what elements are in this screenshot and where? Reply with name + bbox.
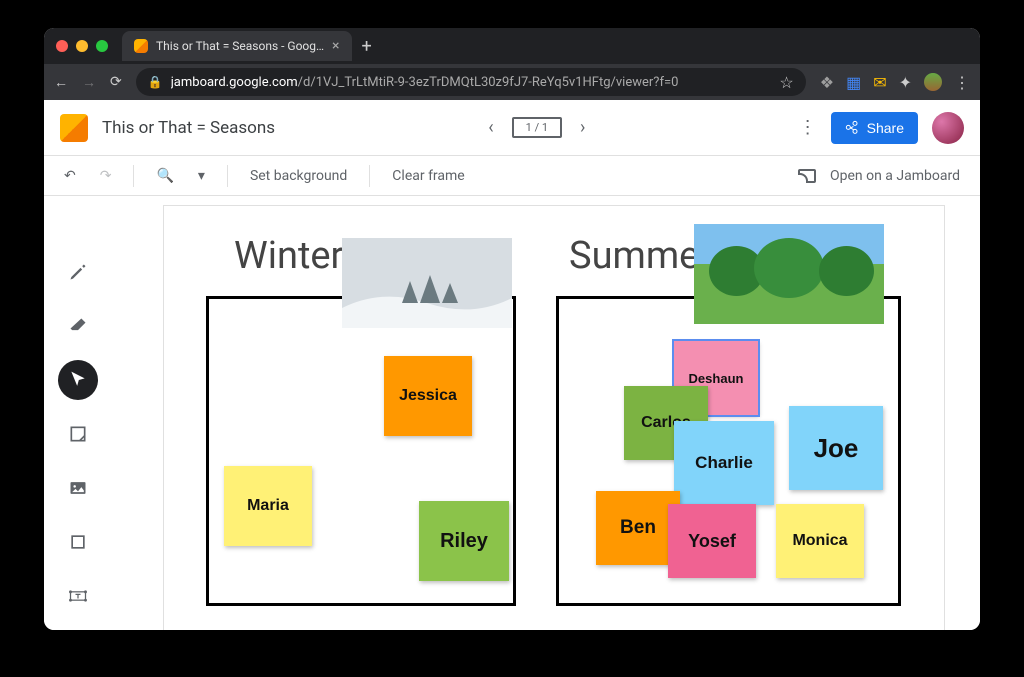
sticky-note[interactable]: Yosef — [668, 504, 756, 578]
select-tool[interactable] — [58, 360, 98, 400]
lock-icon: 🔒 — [148, 75, 163, 89]
browser-menu-icon[interactable]: ⋮ — [954, 73, 970, 92]
eraser-tool[interactable] — [58, 306, 98, 346]
image-tool[interactable] — [58, 468, 98, 508]
sticky-note[interactable]: Monica — [776, 504, 864, 578]
ext-icon[interactable]: ✉ — [873, 73, 886, 92]
forward-icon[interactable]: → — [82, 74, 96, 91]
tab-favicon — [134, 39, 148, 53]
summer-image[interactable] — [694, 224, 884, 324]
close-tab-icon[interactable]: × — [332, 38, 339, 54]
maximize-window[interactable] — [96, 40, 108, 52]
clear-frame-button[interactable]: Clear frame — [386, 164, 470, 188]
more-menu-icon[interactable]: ⋮ — [799, 117, 817, 138]
ext-icon[interactable]: ▦ — [846, 73, 861, 92]
workspace: Winter Summer MariaJessicaRileyDeshaunCa… — [44, 196, 980, 630]
open-jamboard-button[interactable]: Open on a Jamboard — [824, 164, 966, 188]
text-tool[interactable] — [58, 576, 98, 616]
new-tab-button[interactable]: + — [362, 36, 372, 57]
set-background-button[interactable]: Set background — [244, 164, 353, 188]
profile-avatar-small[interactable] — [924, 73, 942, 91]
document-title[interactable]: This or That = Seasons — [102, 118, 275, 138]
sticky-note[interactable]: Riley — [419, 501, 509, 581]
extensions: ❖ ▦ ✉ ✦ ⋮ — [820, 73, 970, 92]
sticky-tool[interactable] — [58, 414, 98, 454]
close-window[interactable] — [56, 40, 68, 52]
heading-summer[interactable]: Summer — [569, 234, 712, 278]
browser-window: This or That = Seasons - Goog… × + ← → ⟳… — [44, 28, 980, 630]
toolbar: ↶ ↷ 🔍 ▾ Set background Clear frame Open … — [44, 156, 980, 196]
browser-tab[interactable]: This or That = Seasons - Goog… × — [122, 31, 352, 61]
sticky-note[interactable]: Jessica — [384, 356, 472, 436]
canvas[interactable]: Winter Summer MariaJessicaRileyDeshaunCa… — [164, 206, 944, 630]
heading-winter[interactable]: Winter — [234, 234, 343, 278]
jamboard-logo[interactable] — [60, 114, 88, 142]
share-icon — [845, 120, 861, 136]
sticky-note[interactable]: Charlie — [674, 421, 774, 505]
minimize-window[interactable] — [76, 40, 88, 52]
zoom-icon[interactable]: 🔍 — [150, 164, 179, 188]
sticky-note[interactable]: Joe — [789, 406, 883, 490]
url-field[interactable]: 🔒 jamboard.google.com/d/1VJ_TrLtMtiR-9-3… — [136, 68, 806, 96]
sticky-note[interactable]: Maria — [224, 466, 312, 546]
undo-icon[interactable]: ↶ — [58, 164, 82, 188]
frame-nav: ‹ 1 / 1 › — [289, 117, 785, 138]
redo-icon[interactable]: ↷ — [94, 164, 118, 188]
cast-icon — [798, 169, 816, 183]
account-avatar[interactable] — [932, 112, 964, 144]
back-icon[interactable]: ← — [54, 74, 68, 91]
zoom-dropdown[interactable]: ▾ — [192, 164, 211, 188]
next-frame-icon[interactable]: › — [580, 117, 585, 138]
tab-title: This or That = Seasons - Goog… — [156, 39, 324, 53]
window-controls — [56, 40, 108, 52]
ext-icon[interactable]: ❖ — [820, 73, 834, 92]
winter-image[interactable] — [342, 238, 512, 328]
frame-indicator[interactable]: 1 / 1 — [512, 117, 562, 138]
pen-tool[interactable] — [58, 252, 98, 292]
share-button[interactable]: Share — [831, 112, 918, 144]
prev-frame-icon[interactable]: ‹ — [488, 117, 493, 138]
app-header: This or That = Seasons ‹ 1 / 1 › ⋮ Share — [44, 100, 980, 156]
star-icon[interactable]: ☆ — [779, 73, 793, 92]
titlebar: This or That = Seasons - Goog… × + — [44, 28, 980, 64]
tool-palette — [58, 252, 98, 630]
ext-puzzle-icon[interactable]: ✦ — [899, 73, 912, 92]
url-text: jamboard.google.com/d/1VJ_TrLtMtiR-9-3ez… — [171, 75, 679, 90]
shape-tool[interactable] — [58, 522, 98, 562]
reload-icon[interactable]: ⟳ — [110, 74, 122, 90]
address-bar: ← → ⟳ 🔒 jamboard.google.com/d/1VJ_TrLtMt… — [44, 64, 980, 100]
